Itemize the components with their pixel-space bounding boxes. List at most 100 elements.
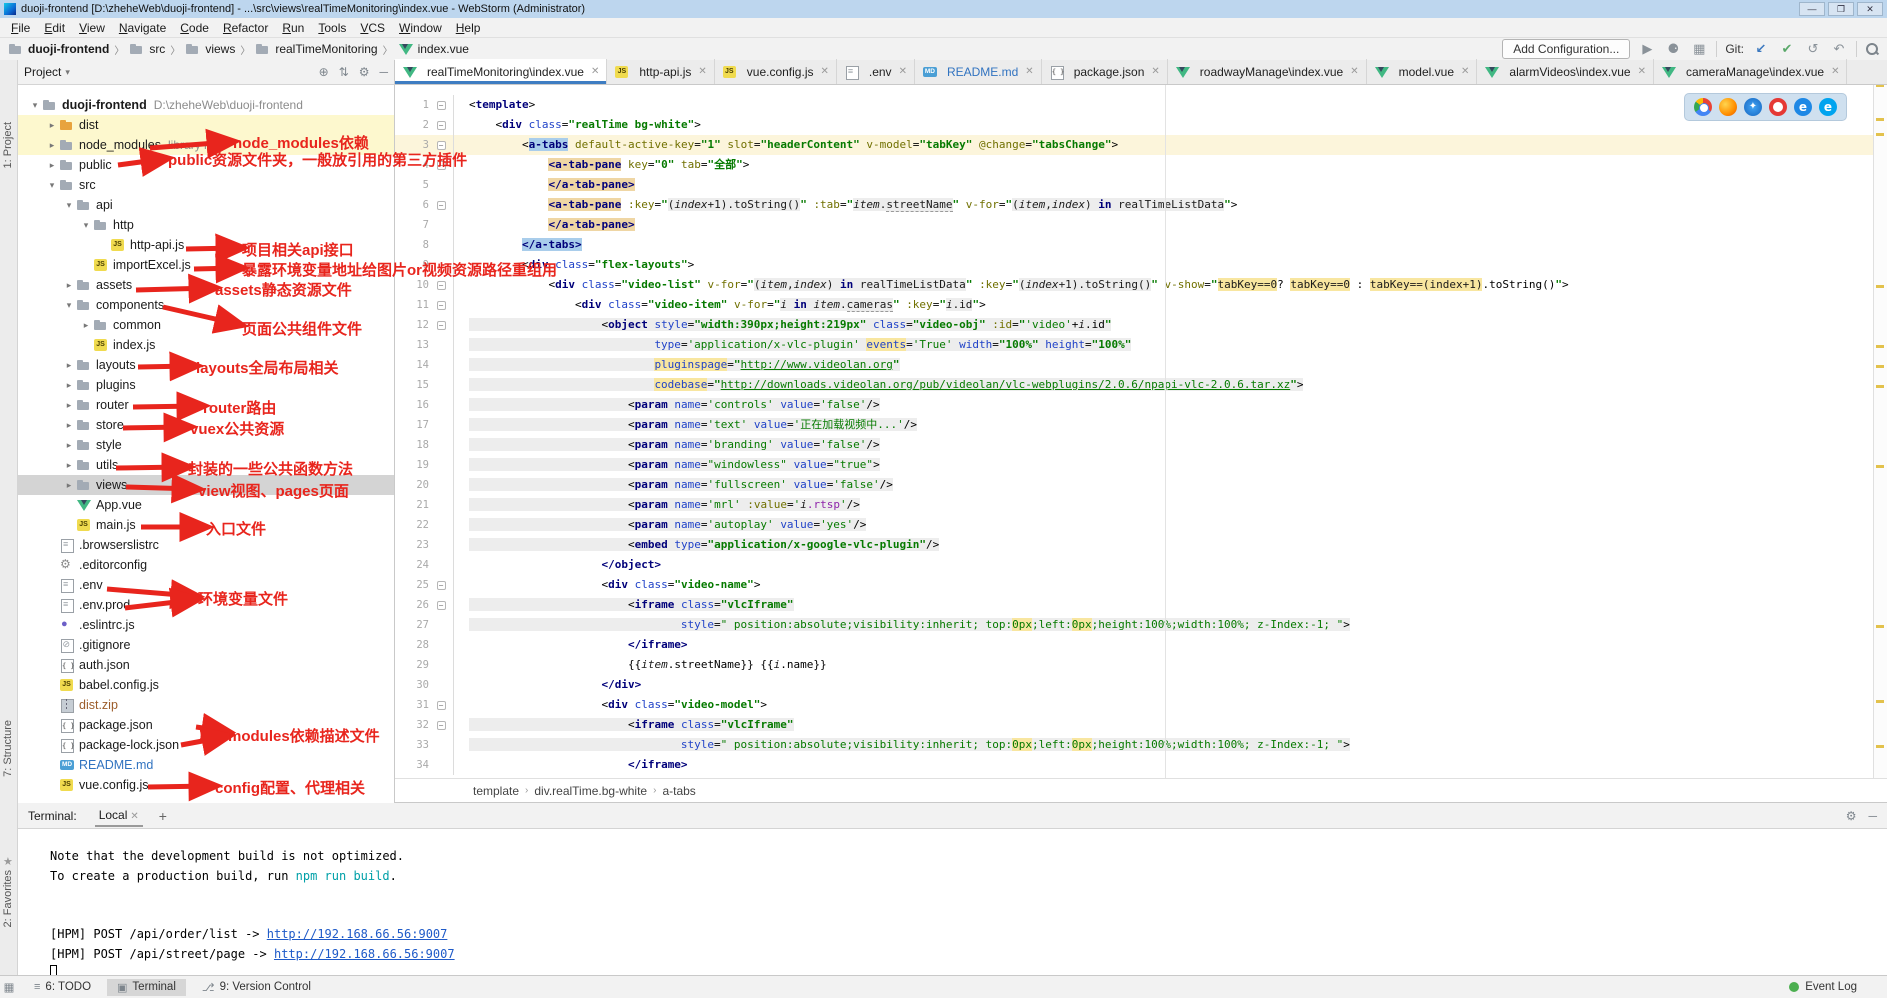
menu-code[interactable]: Code — [173, 19, 216, 37]
code-line-31[interactable]: 31− <div class="video-model"> — [395, 695, 1887, 715]
gear-icon[interactable]: ⚙ — [359, 65, 370, 79]
run-icon[interactable]: ▶ — [1638, 41, 1656, 57]
fold-marker-icon[interactable]: − — [437, 581, 446, 590]
warning-stripe-mark[interactable] — [1876, 745, 1884, 748]
tree-item-babel-config-js[interactable]: babel.config.js — [18, 675, 394, 695]
tab-cameraManage-index-vue[interactable]: cameraManage\index.vue✕ — [1654, 59, 1847, 84]
git-revert-icon[interactable]: ↶ — [1830, 41, 1848, 57]
statusbar-9-Version-Control[interactable]: ⎇9: Version Control — [192, 979, 321, 996]
editor-breadcrumb-item[interactable]: a-tabs — [662, 784, 695, 798]
code-line-14[interactable]: 14 pluginspage="http://www.videolan.org" — [395, 355, 1887, 375]
project-panel-title[interactable]: Project — [24, 65, 61, 79]
error-stripe-scrollbar[interactable] — [1873, 85, 1887, 778]
code-line-27[interactable]: 27 style=" position:absolute;visibility:… — [395, 615, 1887, 635]
code-line-23[interactable]: 23 <embed type="application/x-google-vlc… — [395, 535, 1887, 555]
close-icon[interactable]: ✕ — [1350, 66, 1358, 77]
chrome-browser-icon[interactable] — [1694, 98, 1712, 116]
terminal-output[interactable]: Note that the development build is not o… — [18, 829, 1887, 984]
code-line-1[interactable]: 1−<template> — [395, 95, 1887, 115]
hide-panel-icon[interactable]: ─ — [1868, 809, 1877, 823]
menu-window[interactable]: Window — [392, 19, 449, 37]
warning-stripe-mark[interactable] — [1876, 365, 1884, 368]
add-configuration-button[interactable]: Add Configuration... — [1502, 39, 1630, 59]
tab-http-api-js[interactable]: http-api.js✕ — [607, 59, 714, 84]
tree-chevron-right-icon[interactable]: ▸ — [45, 120, 59, 131]
tree-chevron-right-icon[interactable]: ▸ — [62, 460, 76, 471]
tree-chevron-right-icon[interactable]: ▸ — [79, 320, 93, 331]
tree-chevron-down-icon[interactable]: ▾ — [62, 200, 76, 211]
coverage-icon[interactable]: ▦ — [1690, 41, 1708, 57]
breadcrumb-item-src[interactable]: src — [129, 42, 165, 56]
tree-item-dist-zip[interactable]: dist.zip — [18, 695, 394, 715]
terminal-link[interactable]: http://192.168.66.56:9007 — [274, 947, 455, 961]
menu-vcs[interactable]: VCS — [353, 19, 392, 37]
fold-marker-icon[interactable]: − — [437, 121, 446, 130]
fold-marker-icon[interactable]: − — [437, 321, 446, 330]
maximize-button[interactable]: ❐ — [1828, 2, 1854, 16]
code-line-9[interactable]: 9 <div class="flex-layouts"> — [395, 255, 1887, 275]
tree-item-duoji-frontend[interactable]: ▾duoji-frontendD:\zheheWeb\duoji-fronten… — [18, 95, 394, 115]
code-editor[interactable]: ee 1−<template>2− <div class="realTime b… — [395, 85, 1887, 778]
tree-chevron-right-icon[interactable]: ▸ — [45, 160, 59, 171]
code-line-18[interactable]: 18 <param name='branding' value='false'/… — [395, 435, 1887, 455]
tree-item-src[interactable]: ▾src — [18, 175, 394, 195]
close-icon[interactable]: ✕ — [698, 66, 706, 77]
breadcrumb-item-realTimeMonitoring[interactable]: realTimeMonitoring — [255, 42, 377, 56]
tree-item-auth-json[interactable]: auth.json — [18, 655, 394, 675]
tree-chevron-right-icon[interactable]: ▸ — [62, 400, 76, 411]
warning-stripe-mark[interactable] — [1876, 700, 1884, 703]
tree-chevron-right-icon[interactable]: ▸ — [62, 440, 76, 451]
close-icon[interactable]: ✕ — [1025, 66, 1033, 77]
terminal-link[interactable]: http://192.168.66.56:9007 — [267, 927, 448, 941]
warning-stripe-mark[interactable] — [1876, 385, 1884, 388]
breadcrumb-item-views[interactable]: views — [185, 42, 235, 56]
editor-breadcrumb-item[interactable]: template — [473, 784, 519, 798]
tree-item-plugins[interactable]: ▸plugins — [18, 375, 394, 395]
code-line-22[interactable]: 22 <param name='autoplay' value='yes'/> — [395, 515, 1887, 535]
menu-tools[interactable]: Tools — [311, 19, 353, 37]
tab--env[interactable]: .env✕ — [837, 59, 915, 84]
ie-browser-icon[interactable]: e — [1794, 98, 1812, 116]
close-icon[interactable]: ✕ — [899, 66, 907, 77]
git-commit-icon[interactable]: ✔ — [1778, 41, 1796, 57]
safari-browser-icon[interactable] — [1744, 98, 1762, 116]
tree-chevron-down-icon[interactable]: ▾ — [79, 220, 93, 231]
hide-panel-icon[interactable]: ─ — [379, 65, 388, 79]
code-line-32[interactable]: 32− <iframe class="vlcIframe" — [395, 715, 1887, 735]
code-line-21[interactable]: 21 <param name='mrl' :value='i.rtsp'/> — [395, 495, 1887, 515]
code-line-15[interactable]: 15 codebase="http://downloads.videolan.o… — [395, 375, 1887, 395]
new-terminal-session-icon[interactable]: + — [159, 808, 167, 824]
fold-marker-icon[interactable]: − — [437, 281, 446, 290]
event-log-button[interactable]: Event Log — [1789, 981, 1857, 993]
tab-realTimeMonitoring-index-vue[interactable]: realTimeMonitoring\index.vue✕ — [395, 59, 607, 84]
tree-chevron-down-icon[interactable]: ▾ — [28, 100, 42, 111]
close-icon[interactable]: ✕ — [820, 66, 828, 77]
editor-breadcrumb-item[interactable]: div.realTime.bg-white — [534, 784, 647, 798]
fold-marker-icon[interactable]: − — [437, 201, 446, 210]
menu-edit[interactable]: Edit — [37, 19, 72, 37]
opera-browser-icon[interactable] — [1769, 98, 1787, 116]
code-line-7[interactable]: 7 </a-tab-pane> — [395, 215, 1887, 235]
warning-stripe-mark[interactable] — [1876, 118, 1884, 121]
tab-alarmVideos-index-vue[interactable]: alarmVideos\index.vue✕ — [1477, 59, 1654, 84]
code-line-5[interactable]: 5 </a-tab-pane> — [395, 175, 1887, 195]
breadcrumb-item-duoji-frontend[interactable]: duoji-frontend — [8, 42, 109, 56]
code-line-24[interactable]: 24 </object> — [395, 555, 1887, 575]
code-line-29[interactable]: 29 {{item.streetName}} {{i.name}} — [395, 655, 1887, 675]
tree-chevron-right-icon[interactable]: ▸ — [45, 140, 59, 151]
close-button[interactable]: ✕ — [1857, 2, 1883, 16]
code-line-19[interactable]: 19 <param name="windowless" value="true"… — [395, 455, 1887, 475]
tree-item--editorconfig[interactable]: .editorconfig — [18, 555, 394, 575]
statusbar-Terminal[interactable]: ▣Terminal — [107, 979, 186, 996]
close-icon[interactable]: ✕ — [1461, 66, 1469, 77]
tab-package-json[interactable]: package.json✕ — [1042, 59, 1168, 84]
warning-stripe-mark[interactable] — [1876, 85, 1884, 87]
code-line-6[interactable]: 6− <a-tab-pane :key="(index+1).toString(… — [395, 195, 1887, 215]
tree-chevron-down-icon[interactable]: ▾ — [62, 300, 76, 311]
menu-navigate[interactable]: Navigate — [112, 19, 173, 37]
close-icon[interactable]: ✕ — [130, 811, 138, 822]
fold-marker-icon[interactable]: − — [437, 301, 446, 310]
gear-icon[interactable]: ⚙ — [1846, 809, 1857, 823]
tool-stripe-favorites[interactable]: 2: Favorites — [2, 870, 14, 927]
tab-README-md[interactable]: README.md✕ — [915, 59, 1042, 84]
